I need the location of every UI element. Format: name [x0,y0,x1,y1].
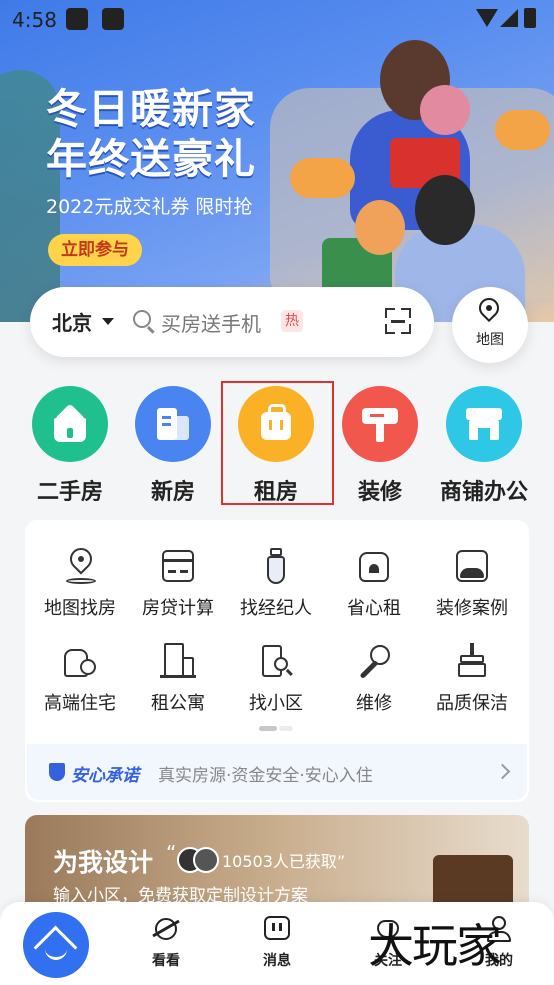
notification-icon-2 [102,8,124,30]
join-now-button[interactable]: 立即参与 [48,234,142,266]
category-label: 新房 [150,480,195,505]
tool-repair[interactable]: 维修 [324,641,424,715]
map-pin-icon [60,543,100,586]
search-icon [133,310,151,328]
tool-label: 租公寓 [151,693,205,714]
heart-house-icon [354,546,394,586]
map-pin-icon [474,293,504,323]
banner-subtitle: 2022元成交礼券 限时抢 [46,196,253,218]
tool-label: 维修 [356,693,392,714]
avatar [193,847,219,873]
signal-icon [500,9,518,27]
tool-label: 高端住宅 [44,693,116,714]
tab-label: 看看 [152,953,180,969]
design-title: 为我设计 [53,848,154,877]
picture-icon [452,546,492,586]
tools-card: 地图找房 房贷计算 找经纪人 省心租 装修案例 高端住宅 租公寓 找小区 维修 … [25,520,529,802]
tab-look[interactable]: 看看 [136,914,196,970]
rent-highlight-box [221,381,334,505]
scan-icon[interactable] [385,308,411,334]
hot-badge: 热 [281,310,303,332]
broom-icon [452,641,492,681]
message-icon [262,914,292,944]
chevron-right-icon [494,763,511,780]
community-search-icon [256,641,296,681]
watermark-text: 大玩家 [368,919,502,973]
tool-label: 省心租 [347,598,401,619]
category-second-hand[interactable]: 二手房 [18,386,122,506]
girl-illustration [420,85,470,135]
tie-icon [256,546,296,586]
tool-rent-apartment[interactable]: 租公寓 [128,641,228,715]
tool-decoration-cases[interactable]: 装修案例 [422,546,522,620]
banner-title: 冬日暖新家 年终送豪礼 [46,85,256,183]
status-bar: 4:58 [0,0,554,38]
building-icon [135,386,211,462]
tab-messages[interactable]: 消息 [247,914,307,970]
design-count: 10503人已获取” [222,852,346,871]
promise-description: 真实房源·资金安全·安心入住 [158,766,373,786]
battery-icon [524,8,536,28]
tool-premium-homes[interactable]: 高端住宅 [30,641,130,715]
notification-icon [66,8,88,30]
tool-label: 品质保洁 [436,693,508,714]
category-new-home[interactable]: 新房 [121,386,225,506]
tool-find-community[interactable]: 找小区 [226,641,326,715]
map-button-label: 地图 [476,332,504,348]
category-decoration[interactable]: 装修 [328,386,432,506]
boy-illustration [355,200,405,255]
home-tab[interactable] [23,912,89,978]
shop-icon [446,386,522,462]
dog-illustration [495,110,550,150]
wrench-icon [354,641,394,681]
cat-illustration [290,158,355,198]
calculator-icon [158,546,198,586]
tool-easy-rent[interactable]: 省心租 [324,546,424,620]
tool-mortgage-calc[interactable]: 房贷计算 [128,546,228,620]
map-button[interactable]: 地图 [452,287,528,363]
tool-label: 地图找房 [44,598,116,619]
shield-icon [49,763,65,781]
tool-label: 找小区 [249,693,303,714]
planet-icon [151,914,181,944]
tab-label: 消息 [263,953,291,969]
category-label: 商铺办公 [439,480,528,505]
category-label: 二手房 [36,480,103,505]
quote-open: “ [166,841,177,865]
apartment-icon [158,641,198,681]
wifi-icon [476,9,498,27]
promise-banner[interactable]: 安心承诺 真实房源·资金安全·安心入住 [27,744,527,800]
promise-title: 安心承诺 [71,766,139,786]
paint-roller-icon [342,386,418,462]
tool-label: 房贷计算 [142,598,214,619]
premium-house-icon [60,641,100,681]
tool-cleaning[interactable]: 品质保洁 [422,641,522,715]
category-shop-office[interactable]: 商铺办公 [432,386,536,506]
tool-label: 装修案例 [436,598,508,619]
search-bar[interactable]: 北京 买房送手机 热 [30,287,434,357]
father-head-illustration [415,175,475,245]
tool-find-agent[interactable]: 找经纪人 [226,546,326,620]
house-icon [32,386,108,462]
search-placeholder[interactable]: 买房送手机 [161,308,261,337]
page-indicator [259,726,293,731]
city-selector[interactable]: 北京 [52,307,92,336]
tool-map-search[interactable]: 地图找房 [30,543,130,620]
caret-down-icon[interactable] [102,318,114,325]
category-label: 装修 [357,480,402,505]
status-time: 4:58 [12,8,57,32]
promo-banner[interactable]: 冬日暖新家 年终送豪礼 2022元成交礼券 限时抢 立即参与 [0,0,554,322]
tool-label: 找经纪人 [240,598,312,619]
